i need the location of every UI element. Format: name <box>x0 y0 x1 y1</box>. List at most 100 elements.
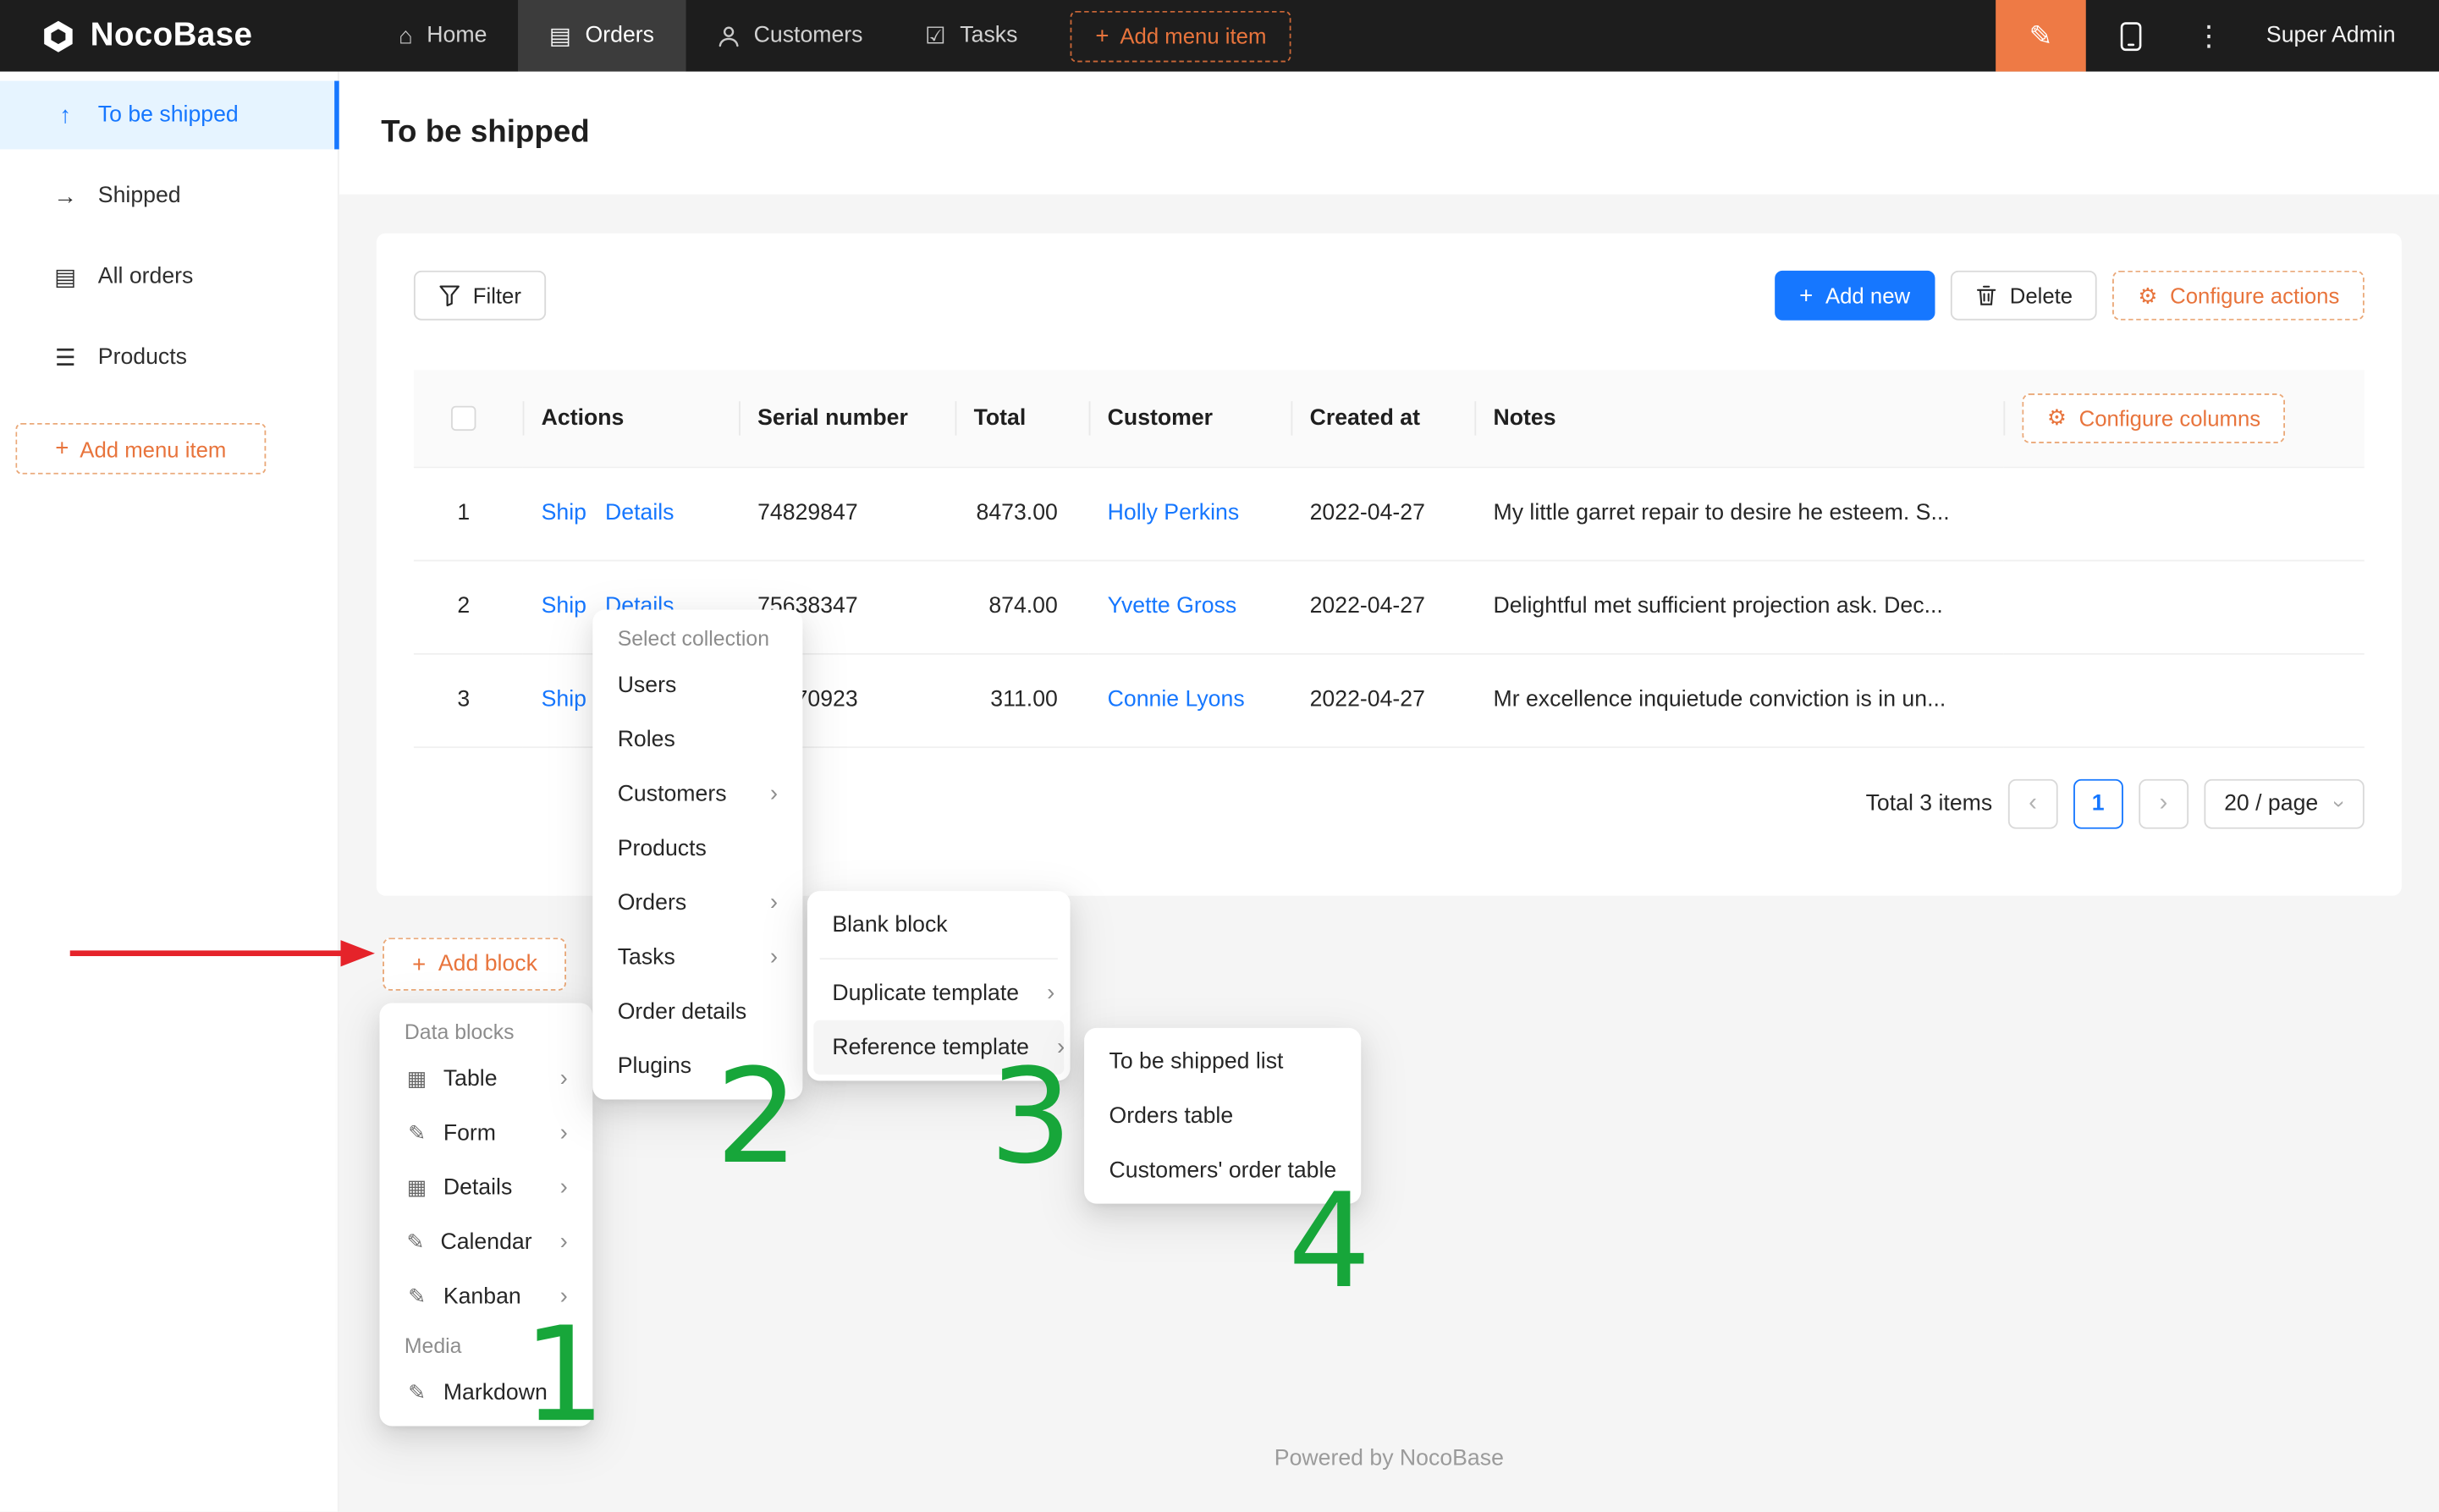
customers-icon <box>717 24 741 47</box>
prev-page-button[interactable]: ‹ <box>2008 778 2058 828</box>
ship-link[interactable]: Ship <box>542 501 586 525</box>
next-page-button[interactable]: › <box>2139 778 2188 828</box>
page-size-select[interactable]: 20 / page › <box>2204 778 2365 828</box>
nav-item-home[interactable]: ⌂ Home <box>367 0 518 72</box>
filter-button[interactable]: Filter <box>414 271 546 321</box>
chevron-down-icon: › <box>2330 800 2352 807</box>
more-menu-button[interactable]: ⋮ <box>2176 0 2241 72</box>
menu-item-tasks[interactable]: Tasks › <box>599 930 796 984</box>
menu-item-to-be-shipped-list[interactable]: To be shipped list <box>1090 1034 1354 1088</box>
row-index: 2 <box>414 560 523 653</box>
customer-link[interactable]: Connie Lyons <box>1108 687 1245 712</box>
menu-item-customers[interactable]: Customers › <box>599 767 796 821</box>
file-icon: ▤ <box>52 263 80 291</box>
menu-item-products[interactable]: Products <box>599 821 796 875</box>
step-annotation-3: 3 <box>989 1051 1072 1181</box>
menu-item-label: Products <box>618 836 707 860</box>
mobile-icon <box>2120 21 2142 51</box>
markdown-icon: ✎ <box>405 1380 429 1405</box>
menu-item-calendar[interactable]: ✎ Calendar › <box>386 1214 586 1268</box>
chevron-right-icon: › <box>770 944 778 970</box>
created-cell: 2022-04-27 <box>1291 466 1475 559</box>
sidebar-item-to-be-shipped[interactable]: ↑ To be shipped <box>0 81 338 150</box>
select-all-checkbox[interactable] <box>451 405 476 430</box>
customer-link[interactable]: Holly Perkins <box>1108 501 1240 525</box>
menu-item-duplicate-template[interactable]: Duplicate template › <box>813 965 1064 1020</box>
menu-item-users[interactable]: Users <box>599 657 796 712</box>
sidebar-item-label: To be shipped <box>98 102 239 127</box>
column-header-notes: Notes <box>1474 370 2003 466</box>
topbar: NocoBase ⌂ Home ▤ Orders Customers ☑ Tas… <box>0 0 2439 72</box>
logo-text: NocoBase <box>91 17 253 54</box>
logo[interactable]: NocoBase <box>0 17 311 54</box>
customer-cell: Yvette Gross <box>1089 560 1291 653</box>
menu-item-orders-table[interactable]: Orders table <box>1090 1089 1354 1143</box>
add-menu-item-label: Add menu item <box>80 437 226 461</box>
chevron-left-icon: ‹ <box>2029 789 2037 817</box>
nav-item-customers[interactable]: Customers <box>685 0 894 72</box>
table-icon: ▦ <box>405 1066 429 1091</box>
sidebar-item-products[interactable]: ☰ Products <box>0 323 338 392</box>
delete-button[interactable]: Delete <box>1951 271 2098 321</box>
column-header-created: Created at <box>1291 370 1475 466</box>
menu-item-details[interactable]: ▦ Details › <box>386 1160 586 1214</box>
menu-item-label: To be shipped list <box>1109 1049 1284 1074</box>
gear-icon: ⚙ <box>2138 283 2157 309</box>
tasks-icon: ☑ <box>925 22 946 50</box>
menu-item-orders[interactable]: Orders › <box>599 876 796 930</box>
column-header-actions: Actions <box>523 370 739 466</box>
form-icon: ✎ <box>405 1120 429 1145</box>
serial-cell: 74829847 <box>739 466 955 559</box>
column-header-total: Total <box>955 370 1089 466</box>
mobile-preview-button[interactable] <box>2086 0 2177 72</box>
step-annotation-1: 1 <box>523 1310 606 1440</box>
menu-item-label: Tasks <box>618 945 675 970</box>
customer-link[interactable]: Yvette Gross <box>1108 594 1237 619</box>
sidebar-item-shipped[interactable]: → Shipped <box>0 162 338 230</box>
nav-item-tasks[interactable]: ☑ Tasks <box>894 0 1049 72</box>
user-menu[interactable]: Super Admin <box>2242 24 2439 48</box>
add-block-label: Add block <box>438 952 537 976</box>
configure-actions-button[interactable]: ⚙ Configure actions <box>2113 271 2365 321</box>
red-arrow-annotation <box>65 930 377 976</box>
table-row: 1 ShipDetails 74829847 8473.00 Holly Per… <box>414 466 2365 559</box>
nav-item-orders[interactable]: ▤ Orders <box>518 0 685 72</box>
column-header-customer: Customer <box>1089 370 1291 466</box>
menu-item-order-details[interactable]: Order details <box>599 984 796 1038</box>
menu-item-label: Customers <box>618 782 727 806</box>
sidebar: ↑ To be shipped → Shipped ▤ All orders ☰… <box>0 72 339 1512</box>
nocobase-logo-icon <box>41 18 76 53</box>
ship-link[interactable]: Ship <box>542 687 586 712</box>
ship-link[interactable]: Ship <box>542 594 586 619</box>
add-menu-item-label: Add menu item <box>1120 24 1266 48</box>
notes-cell: Mr excellence inquietude conviction is i… <box>1474 653 2003 746</box>
menu-item-table[interactable]: ▦ Table › <box>386 1051 586 1105</box>
app: NocoBase ⌂ Home ▤ Orders Customers ☑ Tas… <box>0 0 2439 1512</box>
kebab-icon: ⋮ <box>2194 19 2222 52</box>
chevron-right-icon: › <box>560 1119 568 1146</box>
menu-item-blank-block[interactable]: Blank block <box>813 898 1064 952</box>
pagination-total: Total 3 items <box>1866 791 1993 816</box>
menu-divider <box>820 958 1058 959</box>
ui-editor-button[interactable]: ✎ <box>1996 0 2086 72</box>
details-link[interactable]: Details <box>605 501 674 525</box>
add-new-button[interactable]: + Add new <box>1775 271 1935 321</box>
sidebar-add-menu-item-button[interactable]: + Add menu item <box>15 423 266 475</box>
topbar-add-menu-item-button[interactable]: + Add menu item <box>1071 10 1291 62</box>
sidebar-item-all-orders[interactable]: ▤ All orders <box>0 243 338 311</box>
table-toolbar: Filter + Add new Delete ⚙ <box>414 271 2365 321</box>
sidebar-item-label: All orders <box>98 264 194 289</box>
page-1-button[interactable]: 1 <box>2073 778 2123 828</box>
step-annotation-2: 2 <box>715 1051 798 1181</box>
customer-cell: Connie Lyons <box>1089 653 1291 746</box>
menu-item-roles[interactable]: Roles <box>599 712 796 767</box>
menu-item-label: Details <box>443 1175 512 1200</box>
kanban-icon: ✎ <box>405 1284 429 1308</box>
menu-item-label: Users <box>618 673 677 697</box>
menu-item-label: Orders table <box>1109 1103 1234 1128</box>
nav-label: Home <box>427 24 487 48</box>
configure-columns-button[interactable]: ⚙ Configure columns <box>2022 393 2285 443</box>
menu-item-form[interactable]: ✎ Form › <box>386 1106 586 1160</box>
add-block-button[interactable]: + Add block <box>383 937 567 990</box>
menu-item-label: Blank block <box>832 912 947 937</box>
